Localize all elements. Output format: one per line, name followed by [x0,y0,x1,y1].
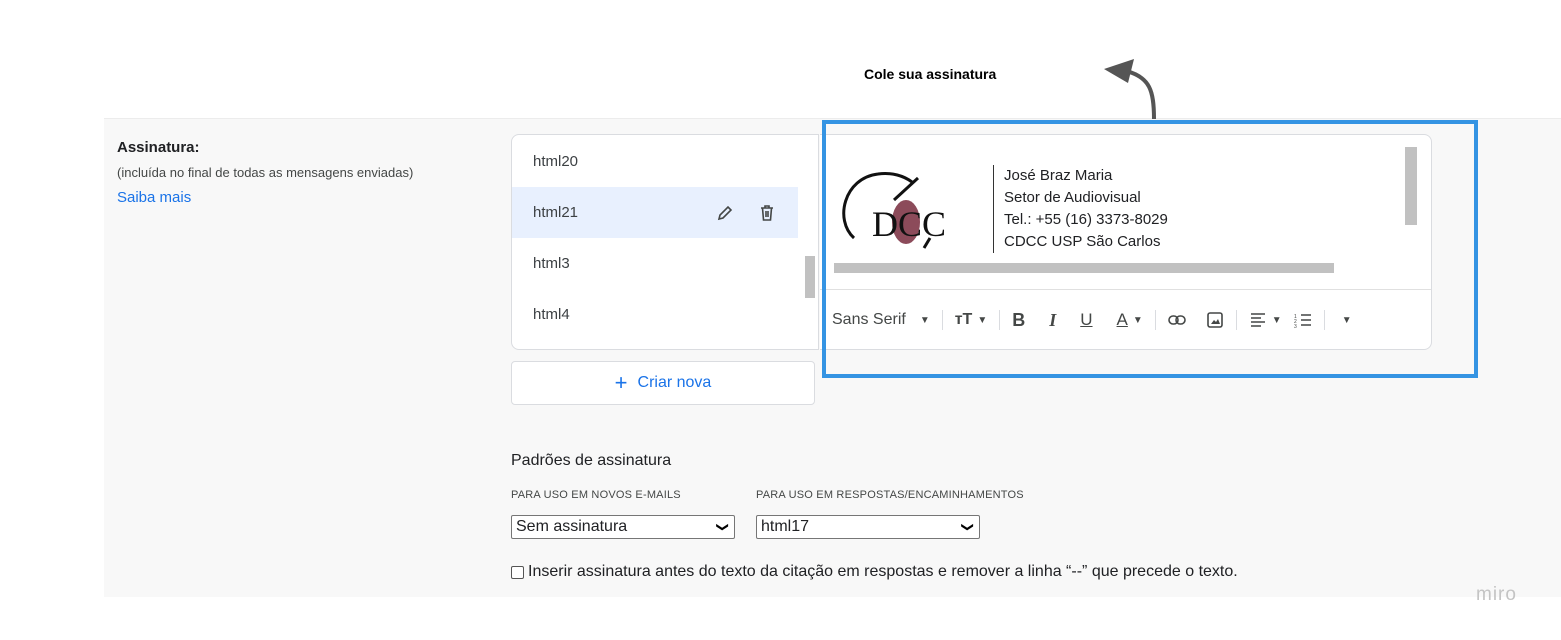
font-family-dropdown[interactable]: Sans Serif ▼ [832,311,930,329]
insert-before-quote-option[interactable]: Inserir assinatura antes do texto da cit… [511,563,1238,581]
chevron-down-icon: ▼ [977,314,988,326]
signature-line-organization: CDCC USP São Carlos [1004,233,1161,250]
learn-more-link[interactable]: Saiba mais [117,189,191,206]
toolbar-separator [999,310,1001,330]
text-color-button[interactable]: A ▼ [1117,310,1143,330]
signature-list-scrollbar[interactable] [805,256,815,298]
font-size-button[interactable]: тТ ▼ [955,311,988,329]
replies-label: PARA USO EM RESPOSTAS/ENCAMINHAMENTOS [756,489,1024,501]
numbered-list-icon: 123 [1294,314,1311,328]
signature-item-label: html3 [533,255,570,272]
signature-list-item-selected[interactable]: html21 [512,187,798,238]
signature-subtitle: (incluída no final de todas as mensagens… [117,165,414,180]
font-family-label: Sans Serif [832,311,906,328]
chevron-down-icon: ▼ [1341,314,1352,326]
editor-vertical-scrollbar[interactable] [1405,147,1417,225]
miro-watermark: miro [1476,584,1517,605]
signature-item-label: html20 [533,153,579,170]
create-new-label: Criar nova [637,374,712,391]
toolbar-separator [1323,310,1325,330]
plus-icon: + [614,370,628,395]
signature-line-phone: Tel.: +55 (16) 3373-8029 [1004,211,1168,228]
insert-before-quote-label: Inserir assinatura antes do texto da cit… [528,563,1238,580]
cdcc-logo-icon: DCC [842,172,946,249]
new-emails-label: PARA USO EM NOVOS E-MAILS [511,489,681,501]
toolbar-separator [941,310,943,330]
signature-list-item[interactable]: html3 [512,238,798,289]
replies-select-value: html17 [761,518,810,535]
signature-text[interactable]: José Braz Maria Setor de Audiovisual Tel… [993,165,1168,253]
signature-line-name: José Braz Maria [1004,167,1113,184]
chevron-down-icon: ❯ [715,521,730,533]
chevron-down-icon: ▼ [919,314,930,326]
logo-letters: DCC [872,204,946,244]
svg-text:3: 3 [1294,324,1297,328]
insert-before-quote-checkbox[interactable] [511,565,524,579]
align-left-icon [1250,313,1265,327]
edit-pencil-icon[interactable] [716,204,734,222]
annotation-label: Cole sua assinatura [864,66,997,82]
signature-item-label: html4 [533,306,570,323]
italic-button[interactable]: I [1049,310,1056,331]
signature-item-label: html21 [533,204,579,221]
chevron-down-icon: ▼ [1132,314,1143,326]
new-emails-select-value: Sem assinatura [516,518,628,535]
signature-defaults-title: Padrões de assinatura [511,452,672,469]
delete-trash-icon[interactable] [758,204,776,222]
create-new-button[interactable]: + Criar nova [511,361,815,405]
numbered-list-button[interactable]: 123 [1294,312,1312,328]
underline-icon: U [1080,310,1093,329]
text-color-icon: A [1116,310,1128,329]
toolbar-separator [1154,310,1156,330]
insert-image-button[interactable] [1206,311,1224,329]
image-icon [1206,312,1223,328]
more-formatting-button[interactable]: ▼ [1337,315,1352,326]
toolbar-divider [820,289,1431,290]
text-size-icon: тТ [954,311,973,328]
signature-list-item[interactable]: html4 [512,289,798,340]
link-icon [1167,315,1186,325]
bold-icon: B [1012,309,1026,330]
toolbar-separator [1235,310,1237,330]
signature-list-item[interactable]: html20 [512,136,798,187]
formatting-toolbar: Sans Serif ▼ тТ ▼ B I U A ▼ ▼ 123 ▼ [832,300,1364,340]
signature-title: Assinatura: [117,139,200,156]
editor-horizontal-scrollbar[interactable] [834,263,1334,273]
signature-line-department: Setor de Audiovisual [1004,189,1141,206]
chevron-down-icon: ▼ [1271,314,1282,326]
insert-link-button[interactable] [1167,314,1186,326]
chevron-down-icon: ❯ [960,521,975,533]
underline-button[interactable]: U [1080,310,1092,330]
italic-icon: I [1049,309,1057,330]
annotation-arrow-icon [1104,59,1156,120]
bold-button[interactable]: B [1012,310,1025,331]
new-emails-select[interactable]: Sem assinatura ❯ [511,515,735,539]
align-dropdown[interactable]: ▼ [1249,312,1282,328]
replies-select[interactable]: html17 ❯ [756,515,980,539]
signature-list: html20 html21 html3 html4 [511,134,819,350]
